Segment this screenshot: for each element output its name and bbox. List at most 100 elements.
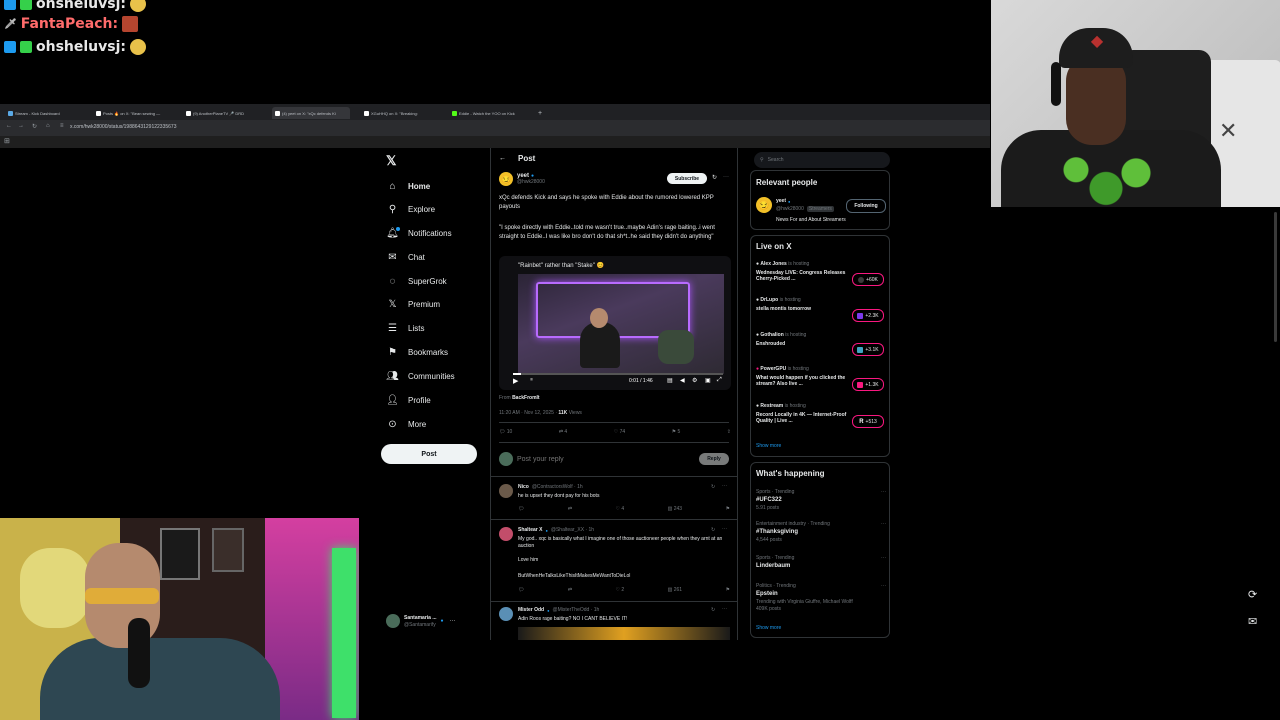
browser-tab[interactable]: Eddie - Watch the YOO on Kick (452, 107, 524, 119)
account-switcher[interactable]: Santamaria ... @Santamarify ● ··· (386, 612, 486, 630)
more-icon[interactable]: ··· (723, 174, 729, 180)
url-field[interactable]: x.com/hwk28000/status/198864312912233567… (70, 124, 176, 130)
grok-icon[interactable]: ↻ (711, 484, 715, 490)
reply-item[interactable]: Mister Odd ● @MisterTheOdd · 1h ↻ ··· Ad… (491, 603, 737, 640)
following-button[interactable]: Following (846, 199, 886, 213)
relevant-name[interactable]: yeet (776, 198, 786, 204)
reply-action[interactable]: 💬︎ 10 (499, 429, 512, 435)
back-icon[interactable]: ← (6, 123, 12, 129)
reply-icon[interactable]: 💬︎ (518, 587, 524, 593)
new-tab-icon[interactable]: + (538, 107, 542, 119)
live-item[interactable]: ● Gothalion is hosting Enshrouded +3.1K (756, 332, 888, 362)
live-item[interactable]: ● DrLupo is hosting stella montis tomorr… (756, 297, 888, 327)
grok-icon[interactable]: ↻ (712, 174, 717, 181)
reload-icon[interactable]: ↻ (32, 123, 37, 130)
post-author[interactable]: 😏 yeet ● @hwk28000 (499, 172, 545, 186)
subscribe-button[interactable]: Subscribe (667, 173, 707, 184)
from-name[interactable]: BackFromIt (512, 395, 540, 401)
more-icon[interactable]: ··· (881, 489, 886, 495)
reply-media[interactable] (518, 627, 730, 640)
reply-button[interactable]: Reply (699, 453, 729, 465)
video-progress[interactable] (513, 373, 723, 375)
grok-icon[interactable]: ↻ (711, 527, 715, 533)
apps-icon[interactable]: ⊞ (4, 137, 10, 145)
trend-item[interactable]: Sports · Trending #UFC322 5.91 posts ··· (756, 489, 886, 513)
browser-tab[interactable]: (9) AnotherPlaneTV 🎤 DRD (186, 107, 258, 119)
like-action[interactable]: ♡ 4 (615, 506, 624, 512)
nav-explore[interactable]: ⚲ Explore (387, 199, 435, 219)
nav-home[interactable]: ⌂ Home (387, 176, 430, 196)
captions-icon[interactable]: ▤ (667, 377, 673, 384)
nav-premium[interactable]: 𝕏 Premium (387, 294, 440, 314)
bookmark-icon[interactable]: ⚑ (726, 587, 730, 593)
home-icon[interactable]: ⌂ (46, 123, 50, 129)
nav-profile[interactable]: 👤︎ Profile (386, 390, 431, 410)
browser-tab[interactable]: Posts 🔥 on X: "Bean sewing — (96, 107, 168, 119)
repost-action[interactable]: ⇄ 4 (559, 429, 567, 435)
browser-tab[interactable]: XGuHHQ on X: "Breaking: (364, 107, 436, 119)
share-icon[interactable]: ⇪ (727, 429, 731, 435)
nav-label: Bookmarks (408, 347, 449, 357)
more-icon[interactable]: ··· (722, 606, 727, 612)
x-logo-icon[interactable]: 𝕏 (386, 153, 396, 169)
more-icon[interactable]: ··· (722, 483, 727, 489)
reply-input[interactable] (517, 453, 657, 465)
browser-tab-active[interactable]: (4) yeet on X: "xQc defends Ki (272, 107, 350, 119)
forward-icon[interactable]: → (18, 123, 24, 129)
search-input[interactable]: ⚲ Search (754, 152, 890, 168)
trend-item[interactable]: Politics · Trending Epstein Trending wit… (756, 583, 886, 615)
site-info-icon[interactable]: ≡ (60, 123, 64, 129)
fullscreen-icon[interactable]: ⤢ (717, 377, 722, 384)
repost-icon[interactable]: ⇄ (568, 587, 572, 593)
reply-icon[interactable]: 💬︎ (518, 506, 524, 512)
post-button[interactable]: Post (381, 444, 477, 464)
video-player[interactable]: "Rainbet" rather than "Stake" 😊 ▶ ⏸ 0:01… (499, 256, 731, 390)
avatar (499, 452, 513, 466)
play-icon[interactable]: ▶ (513, 377, 518, 385)
grok-icon[interactable]: ↻ (711, 607, 715, 613)
repost-icon[interactable]: ⇄ (568, 506, 572, 512)
mail-icon[interactable]: ✉ (1248, 615, 1257, 628)
nav-more[interactable]: ⊙ More (387, 414, 426, 434)
view-count: 261 (673, 587, 683, 593)
nav-bookmarks[interactable]: ⚑ Bookmarks (387, 342, 448, 362)
live-item[interactable]: ● Restream is hosting Record Locally in … (756, 403, 888, 437)
nav-lists[interactable]: ☰ Lists (387, 318, 424, 338)
post-timestamp[interactable]: 11:20 AM · Nov 12, 2025 · (499, 410, 557, 416)
scrollbar[interactable] (1274, 212, 1277, 342)
bookmark-icon[interactable]: ⚑ (726, 506, 730, 512)
live-item[interactable]: ● PowerGPU is hosting What would happen … (756, 366, 888, 400)
pip-icon[interactable]: ▣ (705, 377, 711, 384)
reply-text-line: Love him (518, 557, 539, 563)
like-action[interactable]: ♡ 74 (614, 429, 625, 435)
settings-icon[interactable]: ⚙ (692, 377, 697, 384)
views-action[interactable]: ▥ 243 (668, 506, 682, 512)
more-icon[interactable]: ··· (722, 526, 727, 532)
reply-item[interactable]: Nico @ContractorsWolf · 1h ↻ ··· he is u… (491, 478, 737, 518)
nav-communities[interactable]: 👥︎ Communities (386, 366, 455, 386)
like-action[interactable]: ♡ 2 (615, 587, 624, 593)
nav-label: Lists (408, 323, 425, 333)
panel-title: Relevant people (756, 178, 818, 187)
reply-item[interactable]: Shaltear X ● @Shaltear_XX · 1h ↻ ··· My … (491, 521, 737, 601)
trend-item[interactable]: Entertainment industry · Trending #Thank… (756, 521, 886, 545)
nav-notifications[interactable]: 🔔︎ Notifications (386, 223, 452, 243)
more-icon[interactable]: ··· (881, 555, 886, 561)
grok-icon[interactable]: ⟳ (1248, 588, 1257, 601)
volume-icon[interactable]: ◀ (680, 377, 685, 384)
live-item[interactable]: ● Alex Jones is hosting Wednesday LIVE: … (756, 261, 888, 291)
more-icon[interactable]: ··· (881, 583, 886, 589)
trend-item[interactable]: Sports · Trending Linderbaum ··· (756, 555, 886, 575)
post-actions: 💬︎ 10 ⇄ 4 ♡ 74 ⚑ 5 ⇪ (499, 429, 731, 435)
avatar[interactable]: 😏 (756, 197, 772, 213)
browser-tab[interactable]: Stream - Kick Dashboard (8, 107, 80, 119)
views-action[interactable]: ▥ 261 (668, 587, 682, 593)
nav-chat[interactable]: ✉ Chat (387, 247, 425, 267)
show-more-link[interactable]: Show more (756, 443, 781, 449)
bookmark-action[interactable]: ⚑ 5 (672, 429, 681, 435)
back-arrow-icon[interactable]: ← (499, 155, 506, 162)
nav-supergrok[interactable]: ◌ SuperGrok (387, 271, 447, 291)
pause-icon[interactable]: ⏸ (530, 377, 533, 384)
more-icon[interactable]: ··· (881, 521, 886, 527)
show-more-link[interactable]: Show more (756, 625, 781, 631)
